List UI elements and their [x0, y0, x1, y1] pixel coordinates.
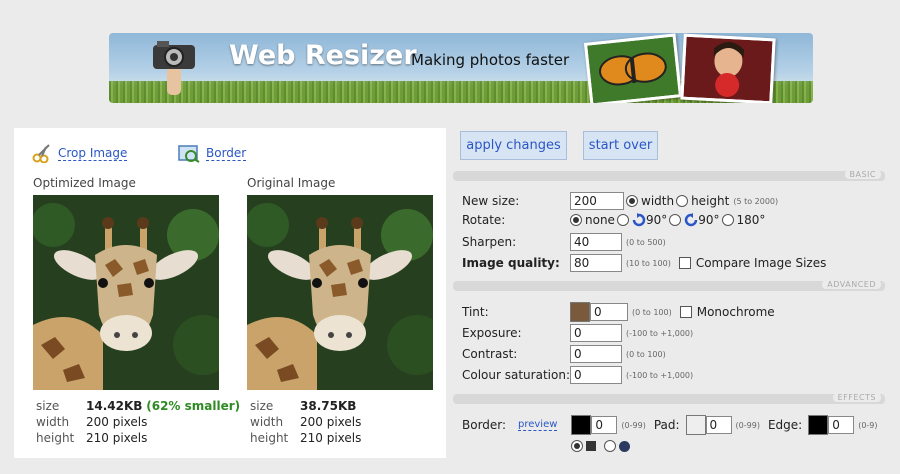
original-width: 200 pixels	[300, 415, 362, 429]
width-radio[interactable]	[626, 195, 638, 207]
tint-color-swatch[interactable]	[570, 302, 590, 322]
new-size-input[interactable]: 200	[570, 192, 624, 210]
border-link[interactable]: Border	[178, 143, 247, 163]
rotate-ccw-icon	[685, 213, 698, 227]
round-shape-icon	[619, 440, 630, 452]
butterfly-photo	[583, 33, 683, 103]
exposure-input[interactable]: 0	[570, 324, 622, 342]
crop-image-label[interactable]: Crop Image	[58, 146, 128, 161]
square-shape-icon	[586, 441, 596, 451]
rotate-cw-icon	[632, 213, 646, 227]
original-image-label: Original Image	[247, 176, 336, 190]
tint-input[interactable]: 0	[590, 303, 628, 321]
basic-section-bar: BASIC	[453, 170, 885, 181]
edge-color-swatch[interactable]	[808, 415, 829, 435]
border-preview-link[interactable]: preview	[518, 419, 558, 431]
border-label[interactable]: Border	[206, 146, 247, 161]
border-row: Border: preview 0 (0-99) Pad: 0 (0-99) E…	[462, 415, 878, 435]
tint-row: Tint: 0 (0 to 100) Monochrome	[462, 302, 775, 322]
original-height: 210 pixels	[300, 431, 362, 445]
apply-changes-button[interactable]: apply changes	[460, 131, 567, 160]
original-stats: size 38.75KB width 200 pixels height 210 pi…	[250, 399, 362, 445]
original-image	[247, 195, 433, 390]
edge-input[interactable]: 0	[828, 416, 855, 434]
monochrome-checkbox[interactable]	[679, 306, 692, 318]
height-radio[interactable]	[676, 195, 689, 207]
rotate-ccw-radio[interactable]	[669, 214, 682, 226]
compare-sizes-checkbox[interactable]	[678, 257, 691, 269]
optimized-height: 210 pixels	[86, 431, 148, 445]
pad-color-swatch[interactable]	[685, 415, 706, 435]
contrast-row: Contrast: 0 (0 to 100)	[462, 345, 666, 363]
header-banner: Web Resizer Making photos faster	[109, 33, 813, 103]
optimized-width: 200 pixels	[86, 415, 148, 429]
round-shape-radio[interactable]	[604, 440, 616, 452]
preview-panel: Crop Image Border Optimized Image Origin…	[14, 128, 446, 458]
square-shape-radio[interactable]	[571, 440, 583, 452]
border-color-swatch[interactable]	[571, 415, 592, 435]
border-input[interactable]: 0	[591, 416, 618, 434]
contrast-input[interactable]: 0	[570, 345, 622, 363]
rotate-cw-radio[interactable]	[616, 214, 629, 226]
savings-badge: (62% smaller)	[146, 399, 241, 413]
border-shape-row	[569, 440, 630, 452]
crop-image-link[interactable]: Crop Image	[32, 143, 128, 163]
start-over-button[interactable]: start over	[583, 131, 658, 160]
camera-icon	[153, 41, 195, 95]
scissors-icon	[32, 144, 50, 163]
rotate-180-radio[interactable]	[721, 214, 734, 226]
exposure-row: Exposure: 0 (-100 to +1,000)	[462, 324, 694, 342]
optimized-image	[33, 195, 219, 390]
rotate-none-radio[interactable]	[570, 214, 582, 226]
optimized-size: 14.42KB	[86, 399, 143, 413]
optimized-image-label: Optimized Image	[33, 176, 136, 190]
effects-section-bar: EFFECTS	[453, 393, 885, 404]
sharpen-row: Sharpen: 40 (0 to 500)	[462, 233, 666, 251]
original-size: 38.75KB	[300, 399, 357, 413]
optimized-stats: size 14.42KB (62% smaller) width 200 pixel…	[36, 399, 241, 445]
saturation-row: Colour saturation: 0 (-100 to +1,000)	[462, 366, 694, 384]
advanced-section-bar: ADVANCED	[453, 280, 885, 291]
image-quality-row: Image quality: 80 (10 to 100) Compare Im…	[462, 254, 827, 272]
banner-title: Web Resizer	[229, 40, 417, 71]
portrait-photo	[680, 33, 776, 103]
border-icon	[178, 145, 200, 163]
sharpen-input[interactable]: 40	[570, 233, 622, 251]
new-size-row: New size: 200 width height (5 to 2000)	[462, 192, 779, 210]
image-quality-input[interactable]: 80	[570, 254, 622, 272]
rotate-row: Rotate: none 90° 90° 180°	[462, 213, 766, 227]
pad-input[interactable]: 0	[705, 416, 732, 434]
saturation-input[interactable]: 0	[570, 366, 622, 384]
banner-tagline: Making photos faster	[411, 51, 570, 69]
